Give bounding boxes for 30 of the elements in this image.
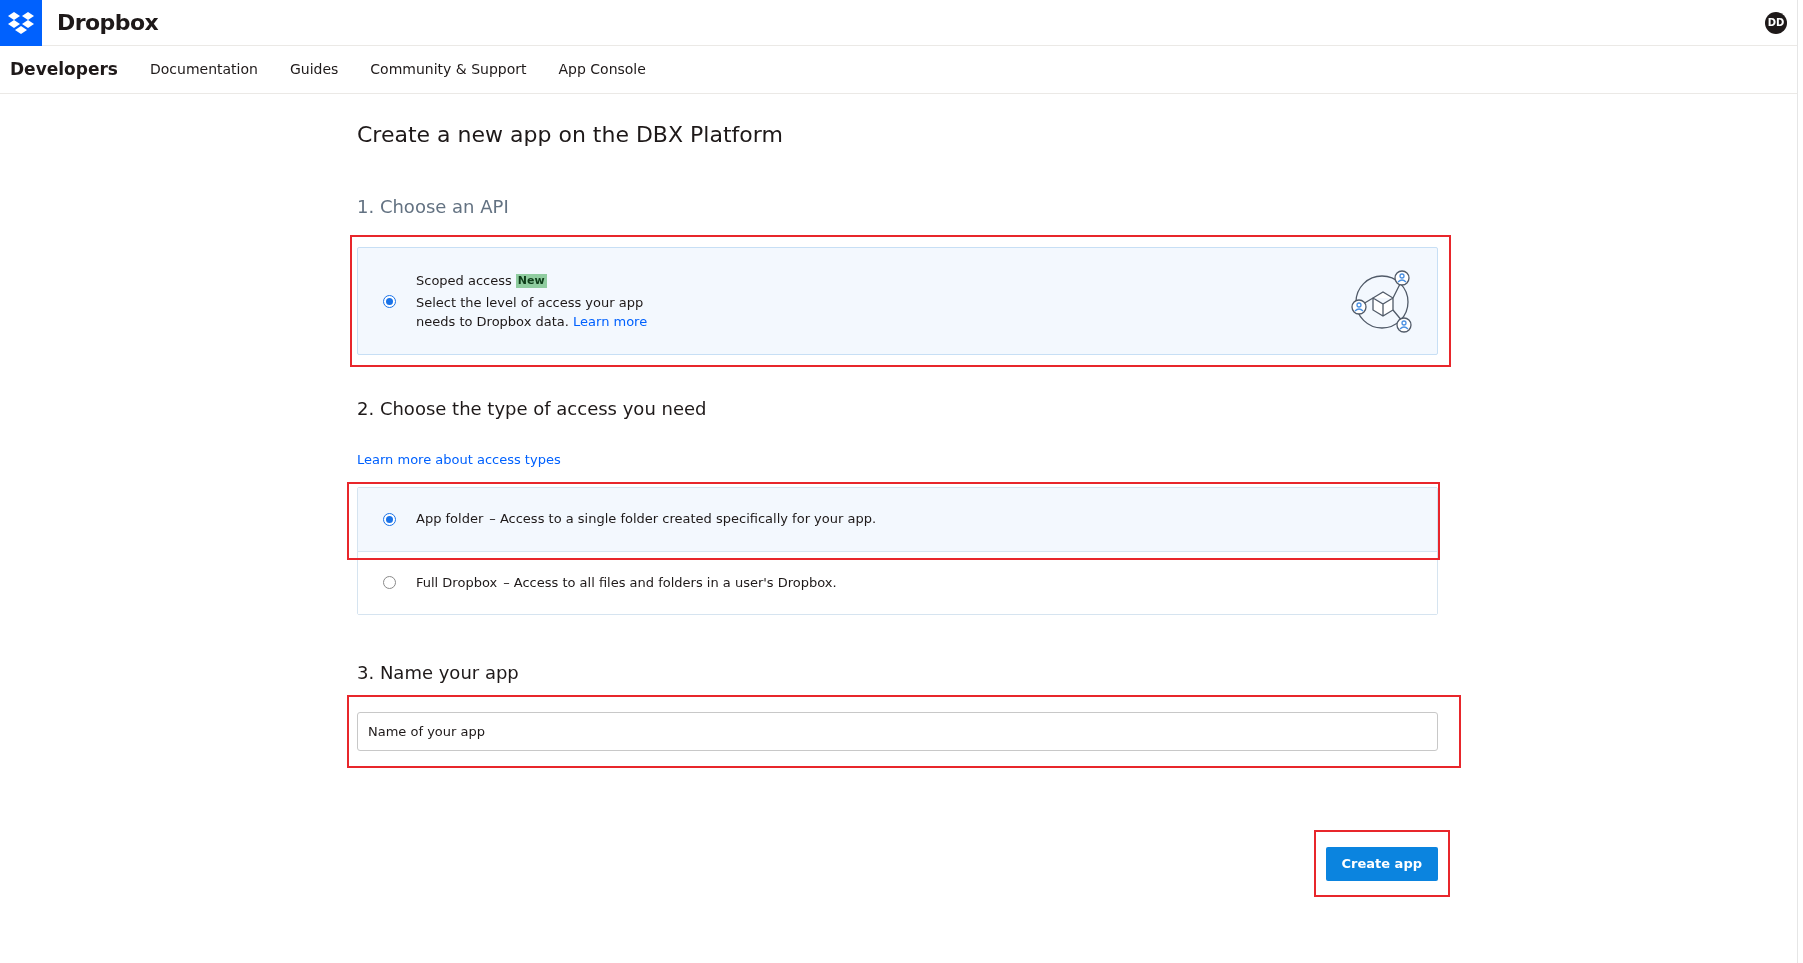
user-avatar[interactable]: DD: [1765, 11, 1787, 34]
nav-title[interactable]: Developers: [10, 56, 118, 83]
radio-button[interactable]: [383, 512, 396, 526]
api-option-card[interactable]: Scoped access New Select the level of access your app needs to Dropbox data. Learn more: [357, 247, 1438, 355]
create-app-button[interactable]: Create app: [1325, 846, 1438, 881]
dropbox-logo-icon[interactable]: [0, 0, 42, 46]
new-badge: New: [515, 273, 547, 288]
nav-link[interactable]: Guides: [289, 59, 339, 80]
nav-link[interactable]: Community & Support: [370, 59, 527, 80]
option-title: App folder: [416, 510, 484, 529]
radio-button[interactable]: [383, 294, 396, 308]
option-description: – Access to a single folder created specifically for your app.: [489, 510, 877, 529]
option-description: Select the level of access your app needs to Dropbox data. Learn more: [416, 294, 649, 331]
radio-button[interactable]: [383, 576, 396, 589]
section-heading: 3. Name your app: [357, 660, 520, 685]
option-description: – Access to all files and folders in a user's Dropbox.: [503, 573, 837, 592]
option-title: Scoped access: [416, 272, 512, 290]
learn-more-link[interactable]: Learn more: [573, 314, 648, 329]
page-title: Create a new app on the DBX Platform: [357, 121, 784, 149]
network-cube-icon: [1349, 268, 1415, 334]
access-option[interactable]: Full Dropbox – Access to all files and folders in a user's Dropbox.: [358, 550, 1437, 614]
nav-link[interactable]: App Console: [558, 59, 646, 80]
nav-link[interactable]: Documentation: [149, 59, 258, 80]
section-heading: 1. Choose an API: [357, 195, 510, 219]
app-name-field[interactable]: Name of your app: [357, 711, 1438, 751]
access-option[interactable]: App folder – Access to a single folder created specifically for your app.: [358, 487, 1437, 551]
brand-name[interactable]: Dropbox: [57, 6, 159, 39]
access-types-link[interactable]: Learn more about access types: [357, 450, 561, 470]
option-title: Full Dropbox: [416, 573, 498, 592]
section-heading: 2. Choose the type of access you need: [357, 397, 708, 421]
